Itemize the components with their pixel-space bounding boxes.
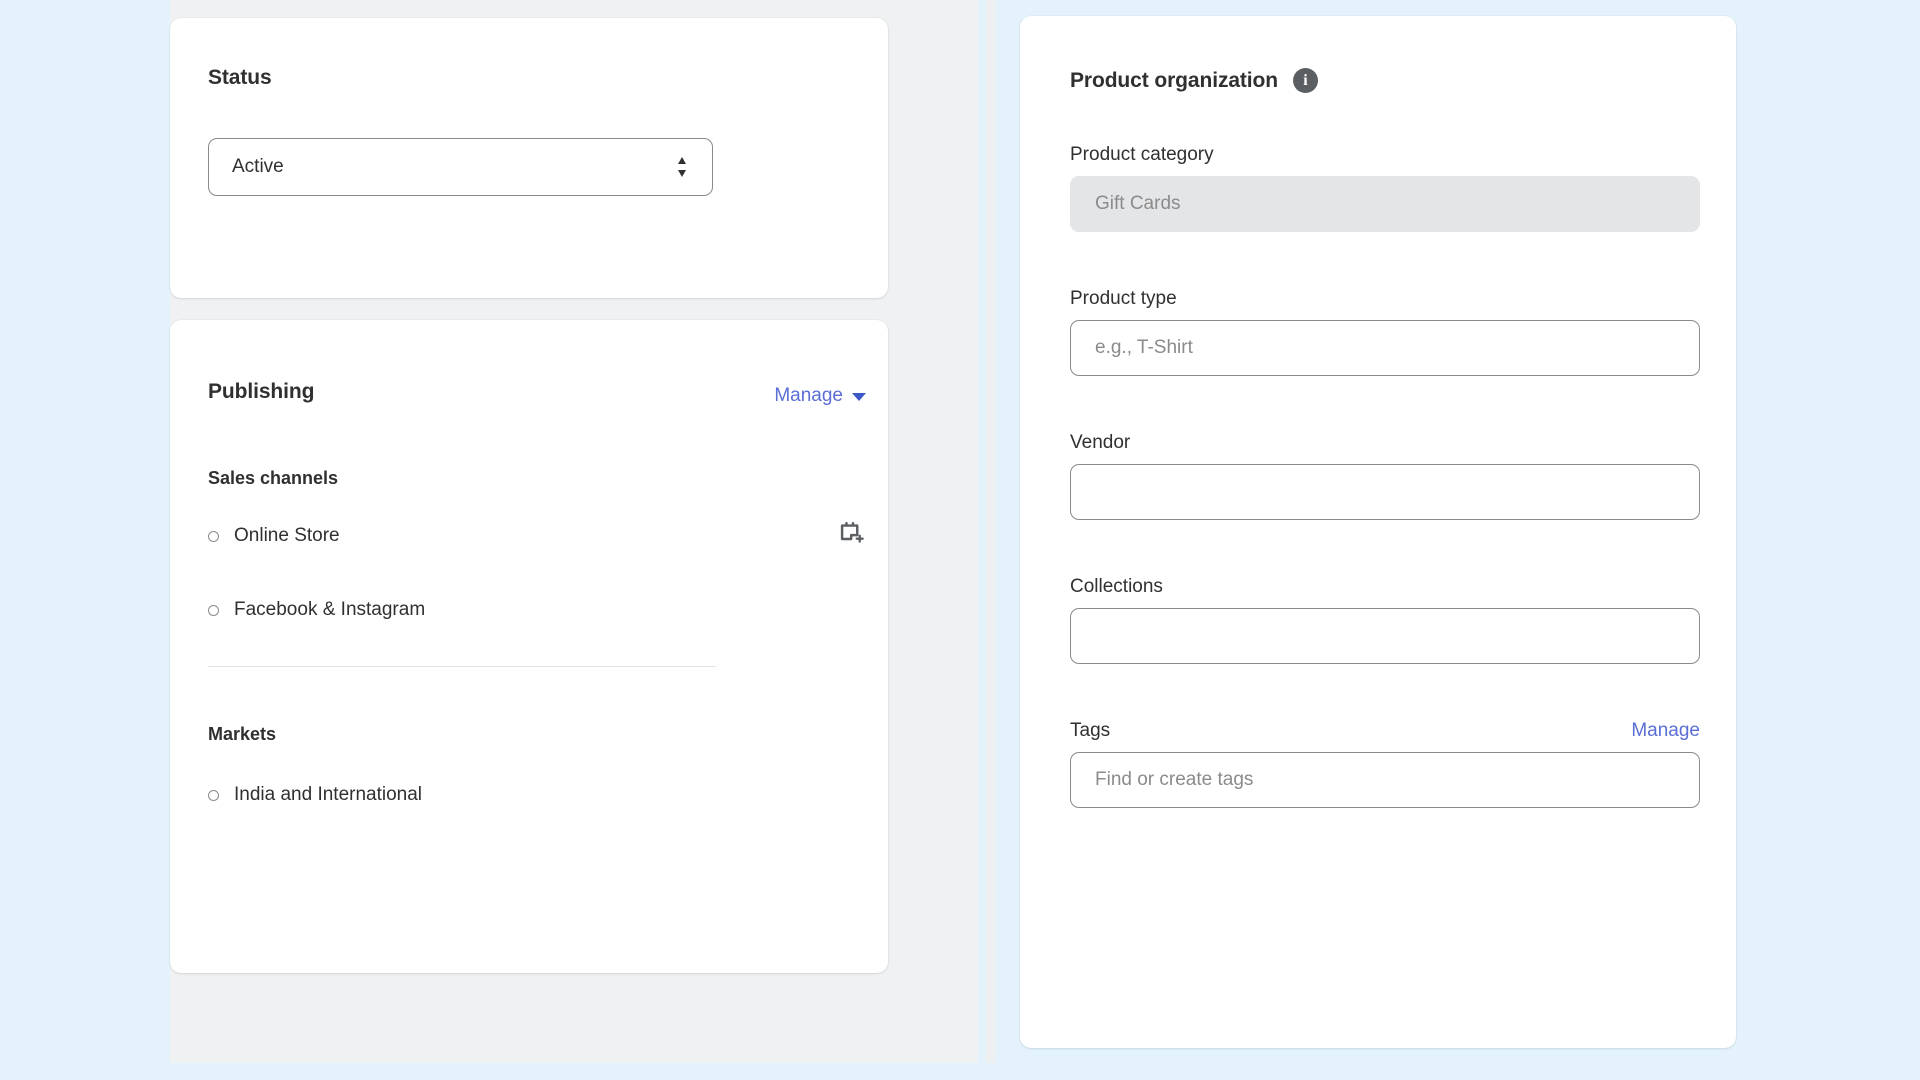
collections-label: Collections [1070,576,1163,597]
circle-outline-icon [208,789,219,801]
column-divider [986,0,996,1063]
sales-channel-row[interactable]: Online Store [208,523,340,549]
tags-label-row: Tags Manage [1070,720,1700,742]
circle-outline-icon [208,604,219,616]
product-type-input[interactable] [1070,320,1700,376]
product-type-group: Product type [1070,288,1700,376]
info-icon[interactable]: i [1293,68,1319,93]
product-type-label: Product type [1070,288,1177,309]
status-select[interactable]: Active [208,138,713,196]
left-column-panel: Status Active Publishing Manage Sales ch… [170,0,978,1063]
publishing-divider [208,666,716,667]
publishing-card-title: Publishing [208,380,315,403]
markets-label: Markets [208,724,277,744]
status-select-value: Active [232,156,284,177]
publishing-card: Publishing Manage Sales channels Online … [170,320,888,973]
market-row[interactable]: India and International [208,782,422,808]
product-organization-title: Product organization [1070,68,1279,92]
stepper-updown-icon [678,157,686,177]
publishing-manage-label: Manage [774,385,843,406]
chevron-down-icon [852,393,866,401]
product-category-label: Product category [1070,144,1214,165]
circle-outline-icon [208,530,219,542]
collections-group: Collections [1070,576,1700,664]
tags-label: Tags [1070,720,1111,741]
tags-manage-button[interactable]: Manage [1631,720,1700,742]
status-card: Status Active [170,18,888,298]
publishing-manage-button[interactable]: Manage [774,385,866,407]
sales-channel-name: Online Store [234,525,340,546]
sales-channels-label: Sales channels [208,468,339,488]
collections-input[interactable] [1070,608,1700,664]
calendar-plus-icon[interactable] [838,518,866,546]
market-name: India and International [234,784,423,805]
product-category-input[interactable] [1070,176,1700,232]
product-organization-header: Product organization i [1070,68,1319,93]
vendor-group: Vendor [1070,432,1700,520]
sales-channel-row[interactable]: Facebook & Instagram [208,597,425,623]
tags-input[interactable] [1070,752,1700,808]
product-category-group: Product category [1070,144,1700,232]
tags-group: Tags Manage [1070,720,1700,808]
vendor-label: Vendor [1070,432,1131,453]
status-card-title: Status [208,66,272,89]
vendor-input[interactable] [1070,464,1700,520]
sales-channel-name: Facebook & Instagram [234,599,426,620]
product-organization-card: Product organization i Product category … [1020,16,1736,1048]
